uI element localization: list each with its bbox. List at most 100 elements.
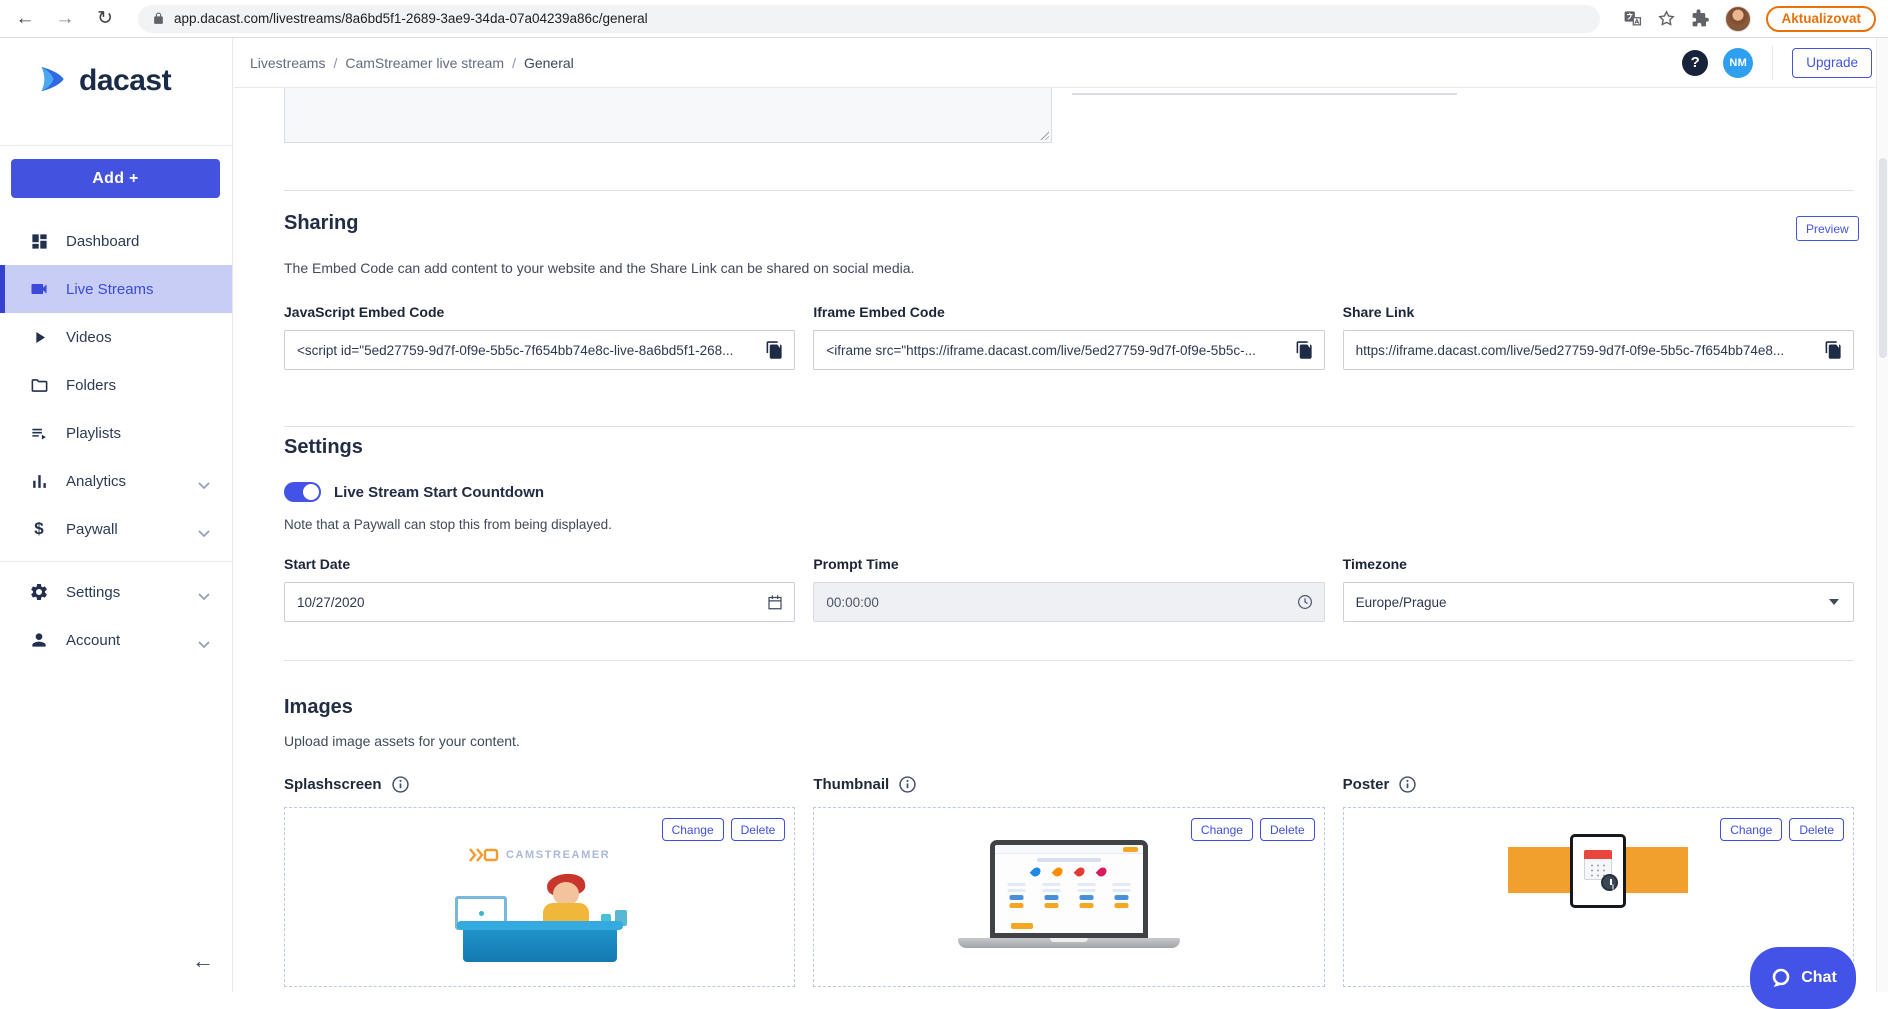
sidebar-item-paywall[interactable]: $ Paywall	[0, 505, 232, 553]
description-textarea[interactable]	[284, 88, 1052, 143]
browser-update-button[interactable]: Aktualizovat	[1766, 6, 1876, 32]
sidebar-item-label: Folders	[66, 377, 116, 394]
share-link-value: https://iframe.dacast.com/live/5ed27759-…	[1356, 343, 1785, 358]
url-text: app.dacast.com/livestreams/8a6bd5f1-2689…	[174, 11, 648, 26]
person-icon	[29, 630, 49, 650]
add-button[interactable]: Add +	[11, 159, 220, 198]
splashscreen-change-button[interactable]: Change	[662, 818, 724, 841]
section-divider	[284, 426, 1854, 427]
sidebar-collapse-button[interactable]: ←	[192, 948, 214, 974]
dacast-logo[interactable]: dacast	[37, 64, 171, 98]
thumbnail-dropzone[interactable]: Change Delete	[813, 807, 1324, 987]
sidebar-item-dashboard[interactable]: Dashboard	[0, 217, 232, 265]
countdown-toggle-label: Live Stream Start Countdown	[334, 484, 544, 501]
scrollbar-thumb[interactable]	[1879, 158, 1887, 358]
sidebar-item-label: Videos	[66, 329, 112, 346]
countdown-toggle-row: Live Stream Start Countdown	[284, 482, 544, 502]
sidebar-item-label: Account	[66, 632, 120, 649]
thumbnail-change-button[interactable]: Change	[1191, 818, 1253, 841]
camstreamer-splashscreen-image: CAMSTREAMER	[410, 848, 670, 962]
schedule-row: Start Date 10/27/2020 Prompt Time 00:00:…	[284, 556, 1854, 622]
section-divider	[284, 190, 1854, 191]
sidebar-item-videos[interactable]: Videos	[0, 313, 232, 361]
iframe-embed-value: <iframe src="https://iframe.dacast.com/l…	[826, 343, 1256, 358]
sidebar-item-label: Settings	[66, 584, 120, 601]
browser-back-button[interactable]: ←	[14, 8, 36, 30]
iframe-embed-input[interactable]: <iframe src="https://iframe.dacast.com/l…	[813, 330, 1324, 370]
poster-change-button[interactable]: Change	[1720, 818, 1782, 841]
breadcrumb-current-page: General	[524, 55, 574, 71]
countdown-toggle[interactable]	[284, 482, 321, 502]
dropdown-caret-icon	[1829, 599, 1839, 605]
lock-icon	[152, 12, 165, 25]
bookmark-star-icon[interactable]	[1657, 9, 1676, 28]
sidebar-item-label: Paywall	[66, 521, 118, 538]
sidebar-item-live-streams[interactable]: Live Streams	[0, 265, 232, 313]
address-bar[interactable]: app.dacast.com/livestreams/8a6bd5f1-2689…	[138, 5, 1600, 33]
browser-profile-avatar[interactable]	[1725, 6, 1751, 32]
playlist-icon	[29, 424, 49, 443]
user-avatar[interactable]: NM	[1723, 48, 1753, 78]
dacast-logo-text: dacast	[79, 64, 171, 98]
share-link-field: Share Link https://iframe.dacast.com/liv…	[1343, 304, 1854, 370]
play-icon	[29, 328, 49, 347]
start-date-input[interactable]: 10/27/2020	[284, 582, 795, 622]
help-icon[interactable]: ?	[1682, 50, 1708, 76]
copy-icon[interactable]	[1295, 341, 1314, 360]
upgrade-button[interactable]: Upgrade	[1792, 48, 1872, 78]
browser-forward-button[interactable]: →	[54, 8, 76, 30]
splashscreen-delete-button[interactable]: Delete	[731, 818, 786, 841]
javascript-embed-label: JavaScript Embed Code	[284, 304, 795, 320]
timezone-value: Europe/Prague	[1356, 595, 1447, 610]
prompt-time-field: Prompt Time 00:00:00	[813, 556, 1324, 622]
sidebar-item-folders[interactable]: Folders	[0, 361, 232, 409]
prompt-time-input[interactable]: 00:00:00	[813, 582, 1324, 622]
splashscreen-dropzone[interactable]: Change Delete CAMSTREAMER	[284, 807, 795, 987]
thumbnail-delete-button[interactable]: Delete	[1260, 818, 1315, 841]
settings-section-title: Settings	[284, 436, 363, 459]
poster-delete-button[interactable]: Delete	[1789, 818, 1844, 841]
camstreamer-logo-icon	[469, 848, 499, 862]
chevron-down-icon	[198, 477, 210, 494]
sidebar-item-settings[interactable]: Settings	[0, 568, 232, 616]
chevron-down-icon	[198, 636, 210, 653]
clock-icon	[1296, 593, 1314, 611]
gear-icon	[29, 582, 49, 602]
share-link-input[interactable]: https://iframe.dacast.com/live/5ed27759-…	[1343, 330, 1854, 370]
info-icon[interactable]	[1399, 776, 1416, 793]
info-icon[interactable]	[899, 776, 916, 793]
breadcrumb-stream-name[interactable]: CamStreamer live stream	[345, 55, 504, 71]
sidebar-item-playlists[interactable]: Playlists	[0, 409, 232, 457]
javascript-embed-field: JavaScript Embed Code <script id="5ed277…	[284, 304, 795, 370]
sharing-section-title: Sharing	[284, 212, 358, 235]
breadcrumb-separator: /	[512, 55, 516, 71]
dashboard-icon	[29, 232, 49, 251]
images-description: Upload image assets for your content.	[284, 733, 520, 749]
timezone-select[interactable]: Europe/Prague	[1343, 582, 1854, 622]
info-icon[interactable]	[392, 776, 409, 793]
iframe-embed-field: Iframe Embed Code <iframe src="https://i…	[813, 304, 1324, 370]
copy-icon[interactable]	[1824, 341, 1843, 360]
chevron-down-icon	[198, 525, 210, 542]
javascript-embed-input[interactable]: <script id="5ed27759-9d7f-0f9e-5b5c-7f65…	[284, 330, 795, 370]
translate-icon[interactable]	[1623, 9, 1642, 28]
calendar-icon[interactable]	[766, 593, 784, 611]
page-scrollbar[interactable]	[1876, 38, 1888, 992]
start-date-label: Start Date	[284, 556, 795, 572]
sidebar-item-label: Analytics	[66, 473, 126, 490]
breadcrumb: Livestreams / CamStreamer live stream / …	[250, 55, 574, 71]
prompt-time-value: 00:00:00	[826, 595, 879, 610]
preview-button[interactable]: Preview	[1796, 216, 1859, 241]
sidebar-item-account[interactable]: Account	[0, 616, 232, 664]
copy-icon[interactable]	[765, 341, 784, 360]
chat-button[interactable]: Chat	[1750, 947, 1856, 1009]
breadcrumb-livestreams[interactable]: Livestreams	[250, 55, 325, 71]
extensions-puzzle-icon[interactable]	[1691, 9, 1710, 28]
start-date-field: Start Date 10/27/2020	[284, 556, 795, 622]
sidebar-item-label: Dashboard	[66, 233, 139, 250]
browser-reload-button[interactable]: ↻	[94, 7, 116, 30]
sidebar-item-analytics[interactable]: Analytics	[0, 457, 232, 505]
chat-button-label: Chat	[1801, 969, 1837, 987]
timezone-field: Timezone Europe/Prague	[1343, 556, 1854, 622]
sidebar: dacast Add + Dashboard Live Streams Vide…	[0, 38, 233, 992]
